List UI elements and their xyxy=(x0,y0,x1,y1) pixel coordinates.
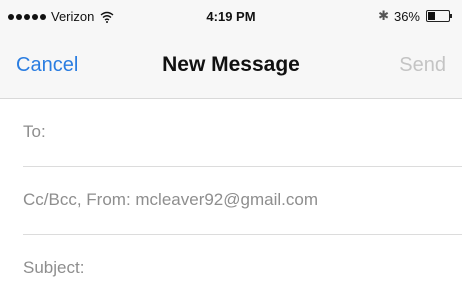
battery-percentage: 36% xyxy=(393,8,420,24)
to-label: To: xyxy=(23,122,46,141)
send-button[interactable]: Send xyxy=(399,54,446,77)
status-right: ✱ 36% xyxy=(378,8,452,24)
battery-icon xyxy=(426,10,452,22)
subject-label: Subject: xyxy=(23,258,85,277)
navigation-bar: Cancel New Message Send xyxy=(0,32,462,99)
cc-bcc-from-field[interactable]: Cc/Bcc, From: mcleaver92@gmail.com xyxy=(0,166,462,234)
battery-fill xyxy=(428,12,435,20)
bluetooth-icon: ✱ xyxy=(378,8,389,23)
status-bar: Verizon 4:19 PM ✱ 36% xyxy=(0,0,462,32)
to-field[interactable]: To: xyxy=(0,98,462,166)
cc-bcc-from-label: Cc/Bcc, From: mcleaver92@gmail.com xyxy=(23,190,318,209)
subject-field[interactable]: Subject: xyxy=(0,234,462,297)
page-title: New Message xyxy=(162,53,300,76)
